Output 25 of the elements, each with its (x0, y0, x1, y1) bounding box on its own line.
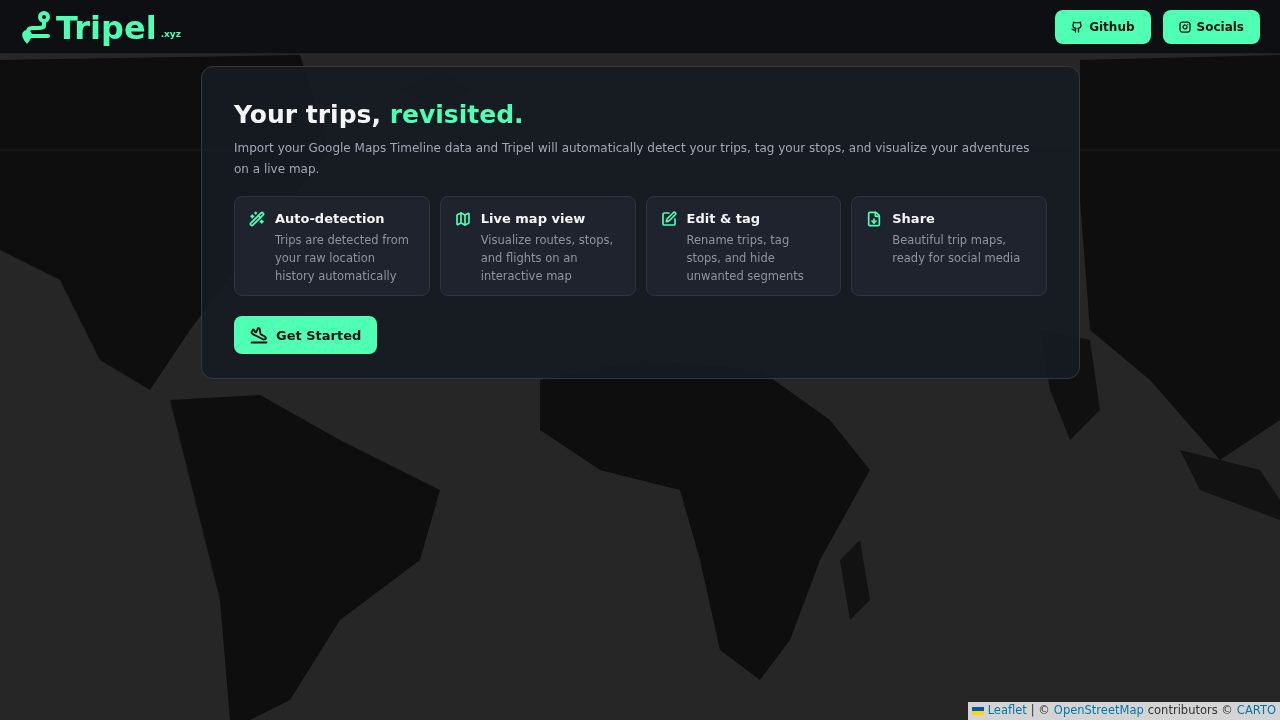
logo-suffix: .xyz (160, 28, 181, 41)
map-icon (454, 211, 471, 228)
header-button[interactable]: Socials (1162, 9, 1260, 44)
feature-text: Rename trips, tag stops, and hide unwanted segments (686, 231, 805, 285)
magic-wand-icon (249, 211, 265, 228)
feature-text: Trips are detected from your raw location history automatically (275, 231, 411, 285)
logo-text: Tripel (56, 11, 157, 44)
feature-title: Share (892, 210, 936, 229)
hero-description: Import your Google Maps Timeline data and Tripel will automatically detect your trips, tag your stops, and visualize your adventures on a live map. (234, 140, 1031, 179)
feature-title: Edit & tag (686, 210, 762, 229)
feature-text: Beautiful trip maps, ready for social media (892, 231, 1022, 267)
file-download-icon (866, 211, 883, 228)
feature-title: Auto-detection (275, 210, 386, 229)
feature-title: Live map view (480, 210, 587, 229)
attribution-text: | © (1030, 702, 1050, 720)
route-pin-icon (20, 9, 52, 44)
feature-text: Visualize routes, stops, and flights on an interactive map (480, 231, 615, 285)
github-icon (1071, 20, 1084, 33)
get-started-button[interactable]: Get Started (234, 316, 378, 355)
edit-icon (660, 211, 677, 228)
header-button[interactable]: Github (1055, 9, 1151, 44)
attribution-text: contributors © (1147, 702, 1233, 720)
plane-landing-icon (250, 326, 268, 345)
instagram-icon (1178, 20, 1191, 33)
hero-title: Your trips, revisited. (234, 99, 525, 131)
